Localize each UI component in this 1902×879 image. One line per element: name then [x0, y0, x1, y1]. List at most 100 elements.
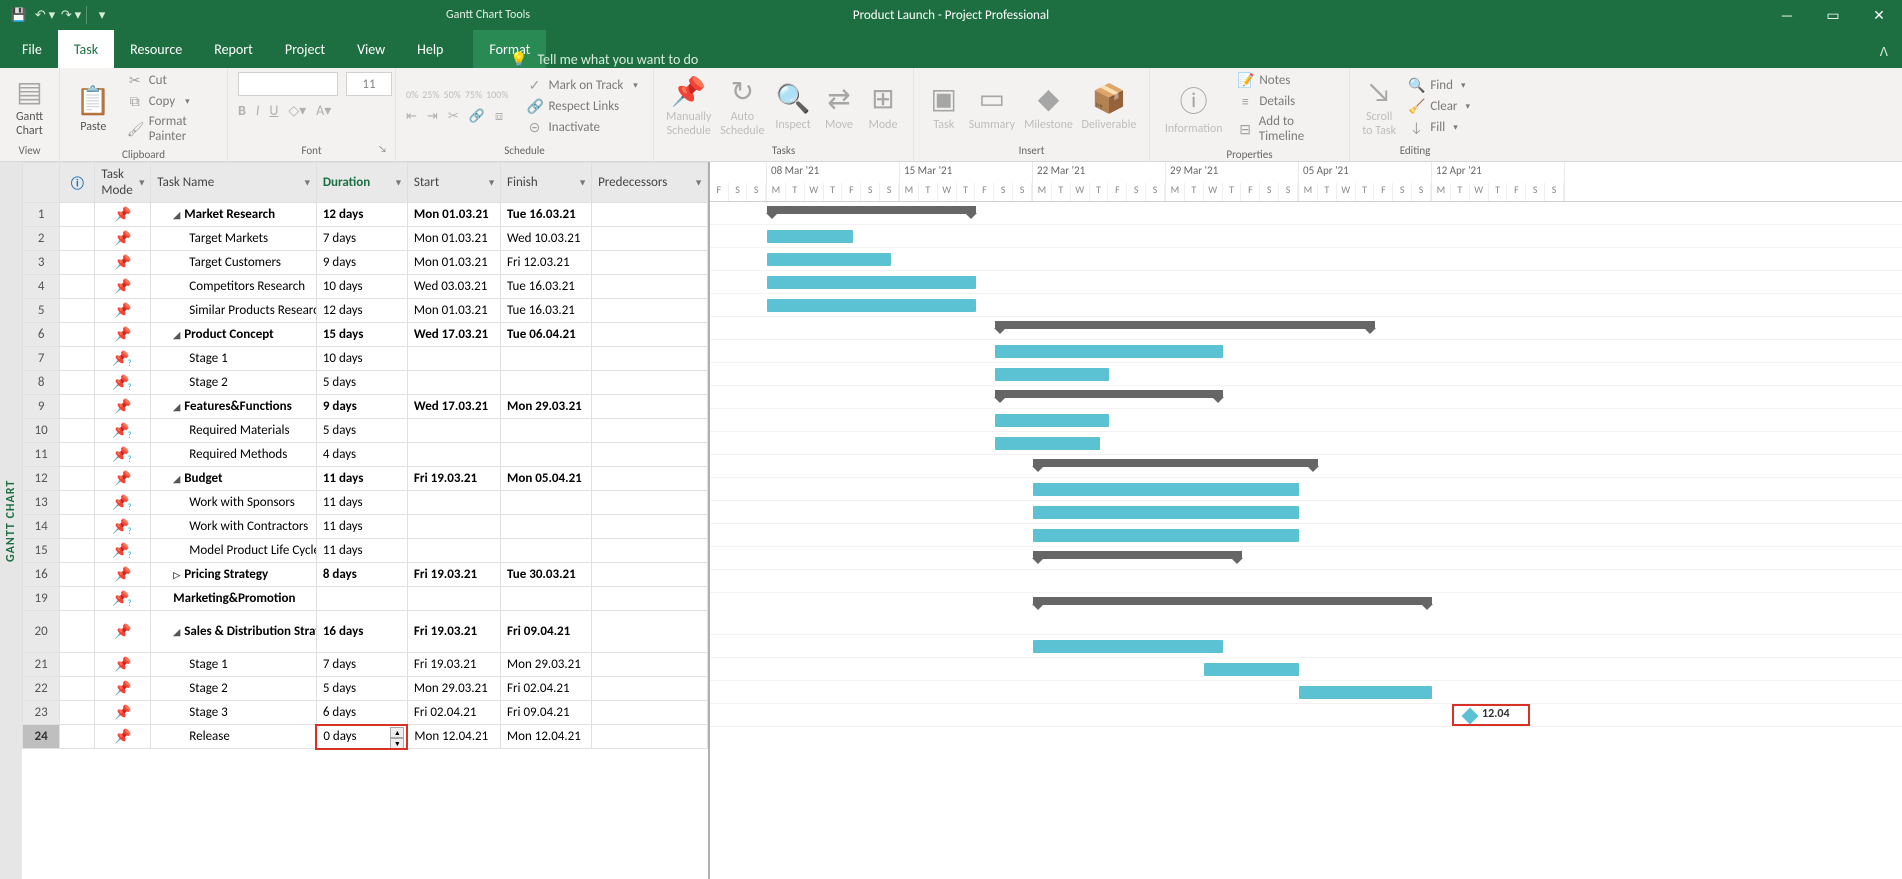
task-name-cell[interactable]: Release [151, 725, 317, 749]
predecessors-cell[interactable] [592, 395, 708, 419]
tab-file[interactable]: File [6, 30, 58, 68]
table-row[interactable]: 23📌Stage 36 daysFri 02.04.21Fri 09.04.21 [23, 701, 708, 725]
duration-cell[interactable]: 0 days▲▼ [316, 725, 407, 749]
start-cell[interactable]: Wed 03.03.21 [407, 275, 500, 299]
row-number[interactable]: 3 [23, 251, 60, 275]
start-cell[interactable]: Fri 19.03.21 [407, 611, 500, 653]
finish-cell[interactable]: Fri 12.03.21 [501, 251, 592, 275]
predecessors-cell[interactable] [592, 371, 708, 395]
start-cell[interactable] [407, 443, 500, 467]
finish-cell[interactable]: Mon 12.04.21 [501, 725, 592, 749]
chevron-down-icon[interactable]: ▼ [694, 177, 703, 188]
task-bar[interactable] [995, 368, 1109, 381]
table-row[interactable]: 16📌Pricing Strategy8 daysFri 19.03.21Tue… [23, 563, 708, 587]
task-bar[interactable] [1033, 483, 1299, 496]
table-row[interactable]: 5📌Similar Products Research12 daysMon 01… [23, 299, 708, 323]
table-row[interactable]: 14📌Work with Contractors11 days [23, 515, 708, 539]
copy-button[interactable]: ⧉Copy▾ [127, 93, 217, 110]
row-number[interactable]: 4 [23, 275, 60, 299]
task-name-cell[interactable]: Stage 2 [151, 371, 317, 395]
task-mode-cell[interactable]: 📌 [95, 323, 151, 347]
manually-schedule-button[interactable]: 📌Manually Schedule [664, 73, 714, 139]
task-name-cell[interactable]: Pricing Strategy [151, 563, 317, 587]
task-name-cell[interactable]: Market Research [151, 203, 317, 227]
task-mode-cell[interactable]: 📌 [95, 299, 151, 323]
finish-cell[interactable] [501, 515, 592, 539]
gantt-chart-pane[interactable]: FSS08 Mar '21MTWTFSS15 Mar '21MTWTFSS22 … [710, 162, 1902, 879]
inspect-button[interactable]: 🔍Inspect [771, 73, 815, 139]
close-button[interactable]: ✕ [1856, 0, 1902, 30]
col-task-name[interactable]: Task Name▼ [151, 163, 317, 203]
row-number[interactable]: 12 [23, 467, 60, 491]
font-family-select[interactable] [238, 72, 338, 96]
insert-deliverable-button[interactable]: 📦Deliverable [1079, 73, 1139, 139]
row-number[interactable]: 11 [23, 443, 60, 467]
predecessors-cell[interactable] [592, 203, 708, 227]
start-cell[interactable]: Wed 17.03.21 [407, 323, 500, 347]
duration-cell[interactable]: 11 days [316, 467, 407, 491]
table-row[interactable]: 11 📌Required Methods4 days [23, 443, 708, 467]
tab-report[interactable]: Report [198, 30, 269, 68]
finish-cell[interactable]: Tue 16.03.21 [501, 299, 592, 323]
task-mode-cell[interactable]: 📌 [95, 611, 151, 653]
task-name-cell[interactable]: Required Methods [151, 443, 317, 467]
duration-cell[interactable]: 7 days [316, 227, 407, 251]
task-mode-cell[interactable]: 📌 [95, 701, 151, 725]
task-bar[interactable] [1033, 529, 1299, 542]
duration-cell[interactable]: 12 days [316, 203, 407, 227]
chevron-down-icon[interactable]: ▼ [578, 177, 587, 188]
duration-cell[interactable]: 7 days [316, 653, 407, 677]
predecessors-cell[interactable] [592, 299, 708, 323]
summary-bar[interactable] [1033, 597, 1432, 605]
summary-bar[interactable] [767, 206, 976, 214]
table-row[interactable]: 2📌Target Markets7 daysMon 01.03.21Wed 10… [23, 227, 708, 251]
qat-customize-icon[interactable]: ▾ [89, 2, 115, 28]
respect-links-button[interactable]: 🔗Respect Links [526, 98, 637, 115]
col-finish[interactable]: Finish▼ [501, 163, 592, 203]
finish-cell[interactable]: Mon 05.04.21 [501, 467, 592, 491]
row-number[interactable]: 13 [23, 491, 60, 515]
col-indicator[interactable]: ⓘ [60, 163, 95, 203]
task-mode-cell[interactable]: 📌 [95, 467, 151, 491]
predecessors-cell[interactable] [592, 563, 708, 587]
col-duration[interactable]: Duration▼ [316, 163, 407, 203]
finish-cell[interactable]: Tue 16.03.21 [501, 203, 592, 227]
task-bar[interactable] [995, 414, 1109, 427]
start-cell[interactable]: Mon 01.03.21 [407, 227, 500, 251]
duration-cell[interactable]: 5 days [316, 419, 407, 443]
duration-cell[interactable]: 8 days [316, 563, 407, 587]
tab-project[interactable]: Project [269, 30, 341, 68]
start-cell[interactable]: Fri 19.03.21 [407, 467, 500, 491]
row-number[interactable]: 7 [23, 347, 60, 371]
col-predecessors[interactable]: Predecessors▼ [592, 163, 708, 203]
predecessors-cell[interactable] [592, 275, 708, 299]
duration-cell[interactable]: 10 days [316, 275, 407, 299]
task-mode-cell[interactable]: 📌 [95, 443, 151, 467]
row-number[interactable]: 19 [23, 587, 60, 611]
start-cell[interactable] [407, 491, 500, 515]
font-dialog-launcher[interactable]: ↘ [378, 142, 387, 155]
row-number[interactable]: 8 [23, 371, 60, 395]
finish-cell[interactable] [501, 491, 592, 515]
task-name-cell[interactable]: Stage 1 [151, 347, 317, 371]
table-row[interactable]: 20📌Sales & Distribution Strategy16 daysF… [23, 611, 708, 653]
predecessors-cell[interactable] [592, 725, 708, 749]
insert-task-button[interactable]: ▣Task [924, 73, 964, 139]
predecessors-cell[interactable] [592, 653, 708, 677]
duration-cell[interactable]: 10 days [316, 347, 407, 371]
finish-cell[interactable]: Tue 16.03.21 [501, 275, 592, 299]
finish-cell[interactable]: Mon 29.03.21 [501, 395, 592, 419]
chevron-down-icon[interactable]: ▼ [137, 177, 146, 188]
row-number[interactable]: 10 [23, 419, 60, 443]
task-mode-cell[interactable]: 📌 [95, 725, 151, 749]
duration-cell[interactable]: 11 days [316, 491, 407, 515]
duration-cell[interactable]: 4 days [316, 443, 407, 467]
row-number[interactable]: 22 [23, 677, 60, 701]
col-start[interactable]: Start▼ [407, 163, 500, 203]
summary-bar[interactable] [1033, 459, 1318, 467]
link-button[interactable]: 🔗 [469, 109, 485, 124]
task-name-cell[interactable]: Required Materials [151, 419, 317, 443]
inactivate-button[interactable]: ⊝Inactivate [526, 119, 637, 136]
predecessors-cell[interactable] [592, 701, 708, 725]
task-name-cell[interactable]: Marketing&Promotion [151, 587, 317, 611]
